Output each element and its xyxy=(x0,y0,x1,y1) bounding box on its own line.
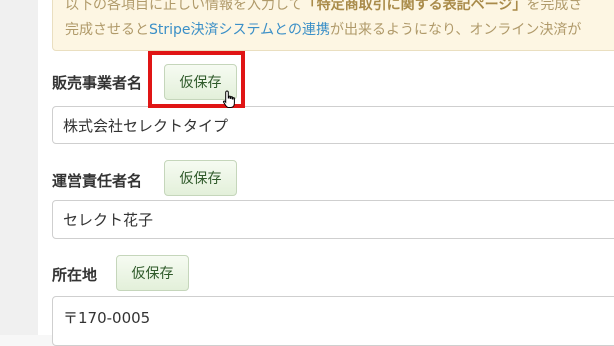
seller-name-input[interactable]: 株式会社セレクトタイプ xyxy=(52,106,614,144)
stripe-link[interactable]: Stripe決済システムとの連携 xyxy=(149,22,330,38)
manager-name-label: 運営責任者名 xyxy=(52,172,143,190)
left-margin xyxy=(0,0,38,335)
save-draft-button-address[interactable]: 仮保存 xyxy=(116,255,189,291)
address-textarea[interactable]: 〒170-0005 xyxy=(52,296,614,346)
save-draft-button-manager[interactable]: 仮保存 xyxy=(164,160,237,196)
address-label: 所在地 xyxy=(52,266,98,284)
notice-line-2: 完成させるとStripe決済システムとの連携が出来るようになり、オンライン決済が xyxy=(65,22,582,38)
manager-name-input[interactable]: セレクト花子 xyxy=(52,200,614,239)
info-notice: 以下の各項目に正しい情報を入力して「特定商取引に関する表記ページ」を完成さ 完成… xyxy=(52,0,614,51)
notice-line-1: 以下の各項目に正しい情報を入力して「特定商取引に関する表記ページ」を完成さ xyxy=(65,0,583,13)
address-value: 〒170-0005 xyxy=(63,309,151,327)
seller-name-label: 販売事業者名 xyxy=(52,74,143,92)
hand-cursor-icon xyxy=(222,90,235,108)
